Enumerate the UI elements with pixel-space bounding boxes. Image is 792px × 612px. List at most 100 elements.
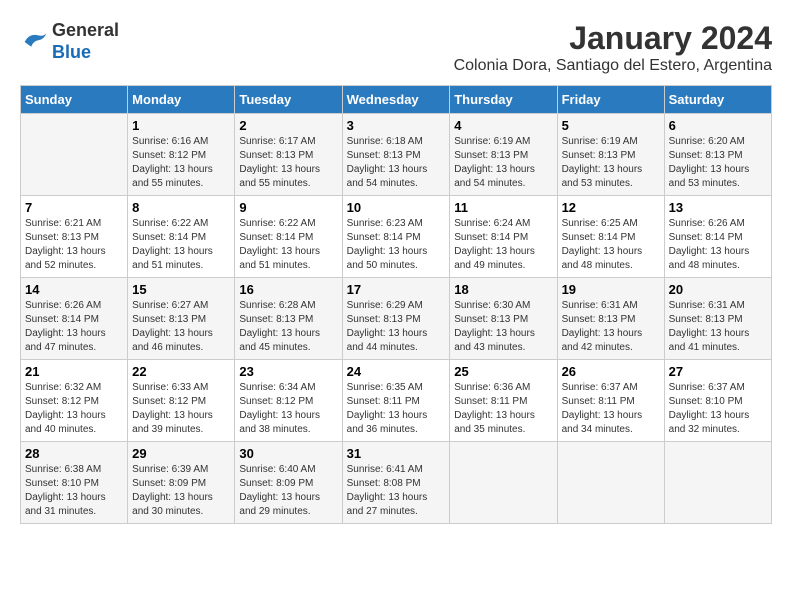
- day-number: 24: [347, 364, 446, 379]
- day-info: Sunrise: 6:37 AMSunset: 8:10 PMDaylight:…: [669, 381, 767, 437]
- calendar-table: SundayMondayTuesdayWednesdayThursdayFrid…: [20, 85, 772, 524]
- calendar-cell: 18 Sunrise: 6:30 AMSunset: 8:13 PMDayligh…: [450, 278, 557, 360]
- day-number: 8: [132, 200, 230, 215]
- day-number: 10: [347, 200, 446, 215]
- calendar-cell: 14 Sunrise: 6:26 AMSunset: 8:14 PMDayligh…: [21, 278, 128, 360]
- calendar-cell: 2 Sunrise: 6:17 AMSunset: 8:13 PMDaylight…: [235, 114, 342, 196]
- calendar-cell: 19Sunrise: 6:31 AMSunset: 8:13 PMDayligh…: [557, 278, 664, 360]
- calendar-cell: 4 Sunrise: 6:19 AMSunset: 8:13 PMDaylight…: [450, 114, 557, 196]
- day-number: 6: [669, 118, 767, 133]
- day-number: 14: [25, 282, 123, 297]
- calendar-cell: 17 Sunrise: 6:29 AMSunset: 8:13 PMDayligh…: [342, 278, 450, 360]
- day-info: Sunrise: 6:38 AMSunset: 8:10 PMDaylight:…: [25, 463, 123, 519]
- day-info: Sunrise: 6:36 AMSunset: 8:11 PMDaylight:…: [454, 381, 552, 437]
- day-info: Sunrise: 6:16 AMSunset: 8:12 PMDaylight:…: [132, 135, 230, 191]
- day-info: Sunrise: 6:19 AMSunset: 8:13 PMDaylight:…: [454, 135, 552, 191]
- header-saturday: Saturday: [664, 86, 771, 114]
- calendar-cell: 10 Sunrise: 6:23 AMSunset: 8:14 PMDayligh…: [342, 196, 450, 278]
- day-info: Sunrise: 6:33 AMSunset: 8:12 PMDaylight:…: [132, 381, 230, 437]
- calendar-week-2: 7Sunrise: 6:21 AMSunset: 8:13 PMDaylight…: [21, 196, 772, 278]
- calendar-cell: 12Sunrise: 6:25 AMSunset: 8:14 PMDayligh…: [557, 196, 664, 278]
- day-info: Sunrise: 6:26 AMSunset: 8:14 PMDaylight:…: [25, 299, 123, 355]
- day-number: 22: [132, 364, 230, 379]
- calendar-cell: 8 Sunrise: 6:22 AMSunset: 8:14 PMDaylight…: [128, 196, 235, 278]
- calendar-cell: 15 Sunrise: 6:27 AMSunset: 8:13 PMDayligh…: [128, 278, 235, 360]
- calendar-cell: 16Sunrise: 6:28 AMSunset: 8:13 PMDayligh…: [235, 278, 342, 360]
- day-info: Sunrise: 6:27 AMSunset: 8:13 PMDaylight:…: [132, 299, 230, 355]
- day-number: 15: [132, 282, 230, 297]
- day-number: 20: [669, 282, 767, 297]
- day-number: 16: [239, 282, 337, 297]
- calendar-header-row: SundayMondayTuesdayWednesdayThursdayFrid…: [21, 86, 772, 114]
- header-monday: Monday: [128, 86, 235, 114]
- calendar-week-4: 21 Sunrise: 6:32 AMSunset: 8:12 PMDayligh…: [21, 360, 772, 442]
- header-sunday: Sunday: [21, 86, 128, 114]
- day-number: 11: [454, 200, 552, 215]
- day-info: Sunrise: 6:35 AMSunset: 8:11 PMDaylight:…: [347, 381, 446, 437]
- logo-text: General Blue: [52, 20, 119, 63]
- day-number: 17: [347, 282, 446, 297]
- calendar-cell: 13Sunrise: 6:26 AMSunset: 8:14 PMDayligh…: [664, 196, 771, 278]
- logo-bird-icon: [20, 28, 48, 56]
- day-info: Sunrise: 6:32 AMSunset: 8:12 PMDaylight:…: [25, 381, 123, 437]
- day-number: 29: [132, 446, 230, 461]
- day-info: Sunrise: 6:30 AMSunset: 8:13 PMDaylight:…: [454, 299, 552, 355]
- day-info: Sunrise: 6:17 AMSunset: 8:13 PMDaylight:…: [239, 135, 337, 191]
- calendar-cell: 1 Sunrise: 6:16 AMSunset: 8:12 PMDaylight…: [128, 114, 235, 196]
- day-info: Sunrise: 6:18 AMSunset: 8:13 PMDaylight:…: [347, 135, 446, 191]
- calendar-cell: 26 Sunrise: 6:37 AMSunset: 8:11 PMDayligh…: [557, 360, 664, 442]
- calendar-cell: 27 Sunrise: 6:37 AMSunset: 8:10 PMDayligh…: [664, 360, 771, 442]
- calendar-cell: 9 Sunrise: 6:22 AMSunset: 8:14 PMDaylight…: [235, 196, 342, 278]
- day-number: 7: [25, 200, 123, 215]
- calendar-cell: [450, 442, 557, 524]
- day-number: 30: [239, 446, 337, 461]
- calendar-cell: 3Sunrise: 6:18 AMSunset: 8:13 PMDaylight…: [342, 114, 450, 196]
- day-info: Sunrise: 6:19 AMSunset: 8:13 PMDaylight:…: [562, 135, 660, 191]
- header-friday: Friday: [557, 86, 664, 114]
- day-info: Sunrise: 6:34 AMSunset: 8:12 PMDaylight:…: [239, 381, 337, 437]
- header-thursday: Thursday: [450, 86, 557, 114]
- day-number: 26: [562, 364, 660, 379]
- day-info: Sunrise: 6:41 AMSunset: 8:08 PMDaylight:…: [347, 463, 446, 519]
- calendar-cell: 29 Sunrise: 6:39 AMSunset: 8:09 PMDayligh…: [128, 442, 235, 524]
- calendar-cell: 22 Sunrise: 6:33 AMSunset: 8:12 PMDayligh…: [128, 360, 235, 442]
- day-number: 25: [454, 364, 552, 379]
- calendar-week-3: 14 Sunrise: 6:26 AMSunset: 8:14 PMDayligh…: [21, 278, 772, 360]
- day-number: 27: [669, 364, 767, 379]
- day-info: Sunrise: 6:29 AMSunset: 8:13 PMDaylight:…: [347, 299, 446, 355]
- day-info: Sunrise: 6:26 AMSunset: 8:14 PMDaylight:…: [669, 217, 767, 273]
- day-info: Sunrise: 6:39 AMSunset: 8:09 PMDaylight:…: [132, 463, 230, 519]
- day-info: Sunrise: 6:37 AMSunset: 8:11 PMDaylight:…: [562, 381, 660, 437]
- page-header: General Blue January 2024 Colonia Dora, …: [20, 20, 772, 75]
- calendar-week-5: 28 Sunrise: 6:38 AMSunset: 8:10 PMDayligh…: [21, 442, 772, 524]
- day-number: 4: [454, 118, 552, 133]
- day-info: Sunrise: 6:22 AMSunset: 8:14 PMDaylight:…: [239, 217, 337, 273]
- day-number: 28: [25, 446, 123, 461]
- header-wednesday: Wednesday: [342, 86, 450, 114]
- day-info: Sunrise: 6:22 AMSunset: 8:14 PMDaylight:…: [132, 217, 230, 273]
- day-info: Sunrise: 6:20 AMSunset: 8:13 PMDaylight:…: [669, 135, 767, 191]
- day-number: 9: [239, 200, 337, 215]
- day-number: 18: [454, 282, 552, 297]
- day-info: Sunrise: 6:23 AMSunset: 8:14 PMDaylight:…: [347, 217, 446, 273]
- calendar-cell: 20Sunrise: 6:31 AMSunset: 8:13 PMDayligh…: [664, 278, 771, 360]
- calendar-cell: 23 Sunrise: 6:34 AMSunset: 8:12 PMDayligh…: [235, 360, 342, 442]
- calendar-cell: 31Sunrise: 6:41 AMSunset: 8:08 PMDayligh…: [342, 442, 450, 524]
- day-info: Sunrise: 6:24 AMSunset: 8:14 PMDaylight:…: [454, 217, 552, 273]
- day-number: 1: [132, 118, 230, 133]
- logo: General Blue: [20, 20, 119, 63]
- header-tuesday: Tuesday: [235, 86, 342, 114]
- day-info: Sunrise: 6:25 AMSunset: 8:14 PMDaylight:…: [562, 217, 660, 273]
- page-title: January 2024: [454, 20, 772, 57]
- calendar-week-1: 1 Sunrise: 6:16 AMSunset: 8:12 PMDaylight…: [21, 114, 772, 196]
- title-block: January 2024 Colonia Dora, Santiago del …: [454, 20, 772, 75]
- day-number: 2: [239, 118, 337, 133]
- calendar-cell: 30Sunrise: 6:40 AMSunset: 8:09 PMDayligh…: [235, 442, 342, 524]
- calendar-cell: 11 Sunrise: 6:24 AMSunset: 8:14 PMDayligh…: [450, 196, 557, 278]
- day-number: 23: [239, 364, 337, 379]
- day-number: 21: [25, 364, 123, 379]
- calendar-cell: 24 Sunrise: 6:35 AMSunset: 8:11 PMDayligh…: [342, 360, 450, 442]
- calendar-cell: [557, 442, 664, 524]
- day-number: 5: [562, 118, 660, 133]
- page-subtitle: Colonia Dora, Santiago del Estero, Argen…: [454, 57, 772, 75]
